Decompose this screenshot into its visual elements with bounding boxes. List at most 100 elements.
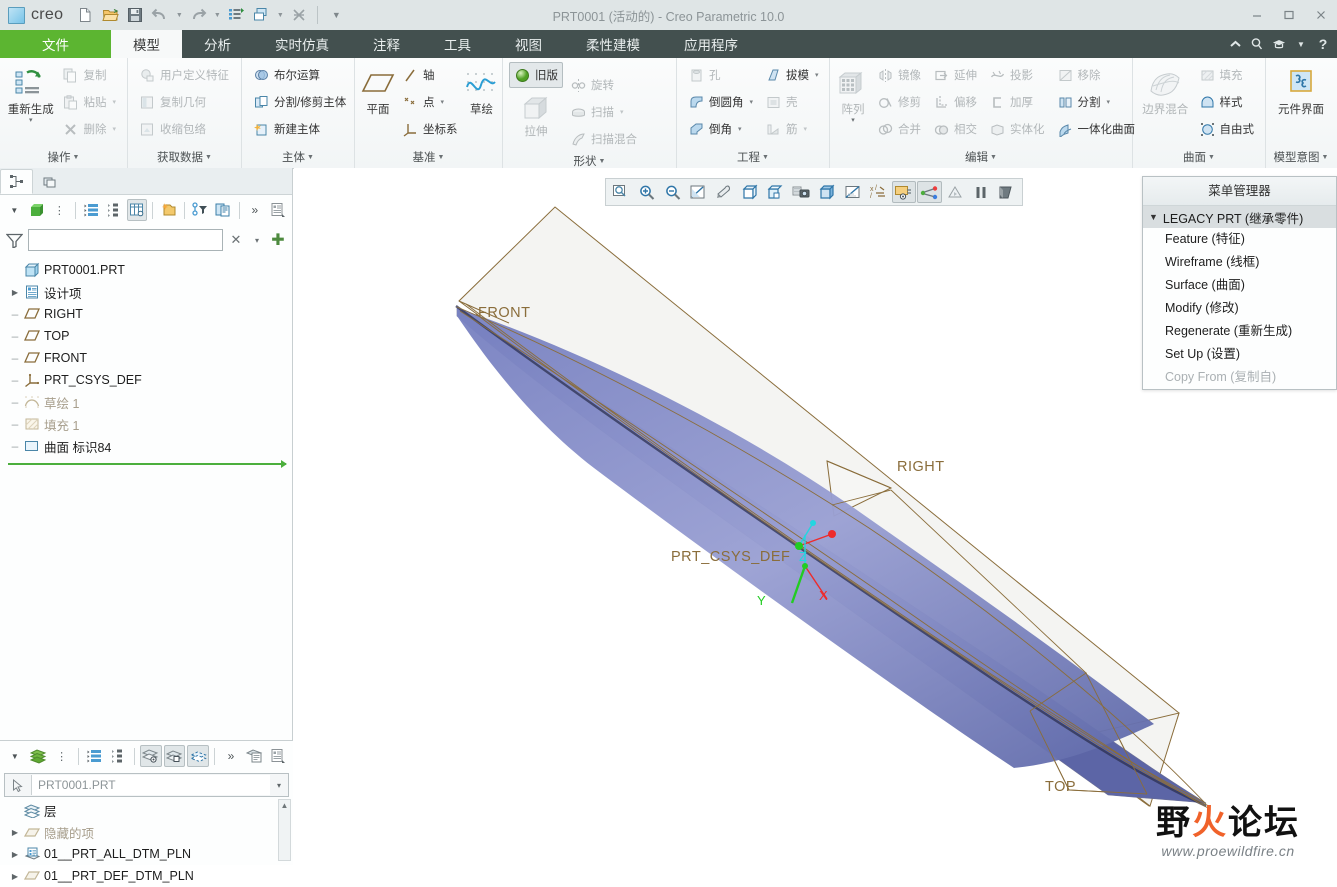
tree-search-icon[interactable]: [213, 199, 234, 221]
swept-blend-button[interactable]: 扫描混合: [565, 126, 642, 152]
tree-expander[interactable]: ▶: [8, 288, 22, 297]
save-icon[interactable]: [123, 3, 147, 27]
tree-expander[interactable]: ▶: [8, 828, 22, 837]
extrude-button[interactable]: 拉伸: [510, 90, 562, 139]
menu-manager-header[interactable]: ▼ LEGACY PRT (继承零件): [1143, 206, 1336, 228]
group-label-datum[interactable]: 基准 ▼: [355, 148, 502, 168]
paste-caret[interactable]: ▾: [112, 98, 116, 106]
annotation-display-icon[interactable]: [891, 181, 917, 203]
tab-live-simulation[interactable]: 实时仿真: [253, 30, 351, 58]
component-interface-button[interactable]: 元件界面: [1272, 62, 1330, 117]
tree-settings-icon[interactable]: ⋮: [49, 199, 70, 221]
copy-geometry-button[interactable]: 复制几何: [134, 89, 234, 115]
datum-display-filter-icon[interactable]: x / /: [866, 181, 891, 203]
filter-dropdown-icon[interactable]: ▾: [249, 231, 265, 249]
tree-row-design-items[interactable]: ▶ 设计项: [0, 281, 292, 303]
tree-row-surface[interactable]: – 曲面 标识84: [0, 435, 292, 457]
pattern-caret[interactable]: ▾: [851, 117, 855, 125]
spin-center-icon[interactable]: [917, 181, 942, 203]
coordinate-system-button[interactable]: 坐标系: [397, 116, 463, 142]
tree-expander[interactable]: ▶: [8, 850, 22, 859]
sweep-caret[interactable]: ▾: [620, 108, 624, 116]
layer-display-dropdown-icon[interactable]: ▼: [4, 745, 26, 767]
view-manager-icon[interactable]: [763, 181, 788, 203]
tab-flexible-modeling[interactable]: 柔性建模: [564, 30, 662, 58]
solidify-button[interactable]: 实体化: [984, 116, 1050, 142]
tab-model[interactable]: 模型: [111, 30, 182, 58]
collapse-ribbon-icon[interactable]: [1225, 33, 1245, 55]
tree-filter-input[interactable]: [28, 229, 223, 251]
help-icon[interactable]: ?: [1313, 33, 1333, 55]
search-icon[interactable]: [1247, 33, 1267, 55]
tree-expander[interactable]: ▶: [8, 872, 22, 881]
redo-dropdown-icon[interactable]: ▼: [211, 3, 223, 27]
style-button[interactable]: 样式: [1194, 89, 1260, 115]
new-body-button[interactable]: 新建主体: [248, 116, 351, 142]
regenerate-icon[interactable]: [224, 3, 248, 27]
layer-collapse-icon[interactable]: [107, 745, 129, 767]
group-label-model-intent[interactable]: 模型意图 ▼: [1266, 148, 1336, 168]
regenerate-caret[interactable]: ▾: [29, 117, 33, 125]
chamfer-button[interactable]: 倒角 ▾: [683, 116, 758, 142]
refit-icon[interactable]: [686, 181, 711, 203]
more-icon[interactable]: »: [244, 199, 265, 221]
tree-model-icon[interactable]: [27, 199, 48, 221]
layers-stack-icon[interactable]: [28, 745, 50, 767]
tree-row-right-plane[interactable]: – RIGHT: [0, 303, 292, 325]
fill-button[interactable]: 填充: [1194, 62, 1260, 88]
delete-button[interactable]: 删除 ▾: [57, 116, 121, 142]
display-style-icon[interactable]: [840, 181, 865, 203]
datum-plane-button[interactable]: 平面: [361, 62, 395, 117]
tab-file[interactable]: 文件: [0, 30, 111, 58]
layer-info-icon[interactable]: [244, 745, 266, 767]
regenerate-button[interactable]: 重新生成 ▾: [6, 62, 55, 125]
shell-button[interactable]: 壳: [760, 89, 824, 115]
offset-button[interactable]: 偏移: [928, 89, 982, 115]
mirror-button[interactable]: 镜像: [872, 62, 926, 88]
group-label-engineering[interactable]: 工程 ▼: [677, 148, 829, 168]
tree-row-sketch[interactable]: – 草绘 1: [0, 391, 292, 413]
tab-annotate[interactable]: 注释: [351, 30, 422, 58]
group-label-body[interactable]: 主体 ▼: [242, 148, 354, 168]
menu-item-wireframe[interactable]: Wireframe (线框): [1143, 251, 1336, 274]
datum-point-button[interactable]: 点 ▾: [397, 89, 463, 115]
layer-row-all-dtm-pln[interactable]: ▶ 01__PRT_ALL_DTM_PLN: [0, 843, 293, 865]
open-file-icon[interactable]: [98, 3, 122, 27]
layer-row-def-dtm-pln[interactable]: ▶ 01__PRT_DEF_DTM_PLN: [0, 865, 293, 887]
pause-icon[interactable]: [969, 181, 994, 203]
expand-all-icon[interactable]: [81, 199, 102, 221]
tree-options-icon[interactable]: [267, 199, 288, 221]
tree-filter-icon[interactable]: [190, 199, 211, 221]
maximize-button[interactable]: [1273, 0, 1305, 30]
udf-button[interactable]: 用户定义特征: [134, 62, 234, 88]
perspective-view-icon[interactable]: [815, 181, 840, 203]
menu-item-regenerate[interactable]: Regenerate (重新生成): [1143, 320, 1336, 343]
scroll-up-arrow-icon[interactable]: ▲: [279, 800, 290, 812]
saved-orientations-icon[interactable]: [737, 181, 762, 203]
split-trim-body-button[interactable]: 分割/修剪主体: [248, 89, 351, 115]
layer-expand-icon[interactable]: [84, 745, 106, 767]
remove-button[interactable]: 移除: [1052, 62, 1141, 88]
clear-filter-icon[interactable]: ✕: [228, 231, 244, 249]
rib-button[interactable]: 筋 ▾: [760, 116, 824, 142]
redo-icon[interactable]: [186, 3, 210, 27]
layer-selector-dropdown-icon[interactable]: ▾: [270, 781, 288, 790]
trim-button[interactable]: 修剪: [872, 89, 926, 115]
tree-row-coordinate-system[interactable]: – PRT_CSYS_DEF: [0, 369, 292, 391]
group-label-editing[interactable]: 编辑 ▼: [830, 148, 1132, 168]
minimize-button[interactable]: [1241, 0, 1273, 30]
integrated-surface-button[interactable]: 一体化曲面: [1052, 116, 1141, 142]
collapse-all-icon[interactable]: [104, 199, 125, 221]
layer-isolate-icon[interactable]: [163, 745, 186, 767]
layer-row-root[interactable]: 层: [0, 799, 293, 821]
layer-model-selector[interactable]: PRT0001.PRT ▾: [4, 773, 289, 797]
group-label-operations[interactable]: 操作 ▼: [0, 148, 127, 168]
customize-dropdown-icon[interactable]: ▼: [324, 3, 348, 27]
window-switch-icon[interactable]: [249, 3, 273, 27]
tree-row-top-plane[interactable]: – TOP: [0, 325, 292, 347]
zoom-out-icon[interactable]: [660, 181, 685, 203]
layer-row-hidden-items[interactable]: ▶ 隐藏的项: [0, 821, 293, 843]
sketch-button[interactable]: 草绘: [465, 62, 499, 117]
repaint-icon[interactable]: [712, 181, 737, 203]
revolve-button[interactable]: 旋转: [565, 72, 642, 98]
